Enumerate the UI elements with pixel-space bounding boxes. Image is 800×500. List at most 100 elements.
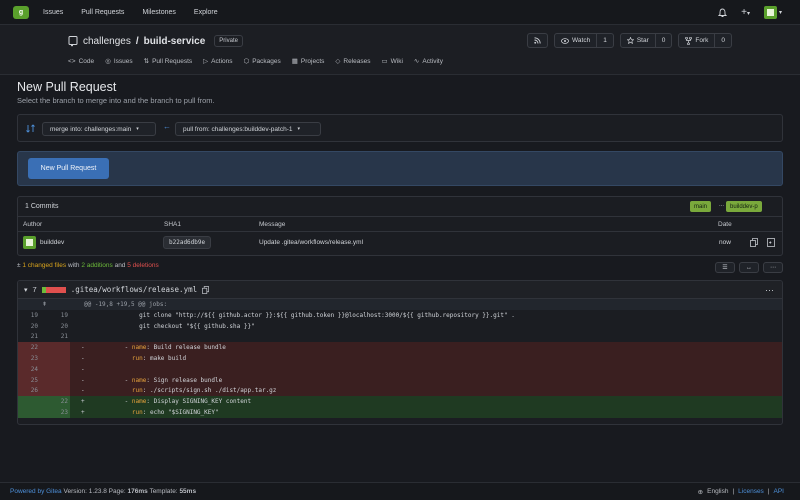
nav-pull-requests[interactable]: Pull Requests xyxy=(81,9,124,16)
old-line-number[interactable]: 19 xyxy=(18,312,38,319)
footer: Powered by Gitea Version: 1.23.8 Page: 1… xyxy=(0,482,800,500)
chevron-down-icon[interactable]: ▾ xyxy=(24,286,28,294)
star-button[interactable]: Star 0 xyxy=(619,33,673,48)
file-tree-toggle-button[interactable]: ☰ xyxy=(715,262,735,273)
copy-icon[interactable] xyxy=(202,285,210,294)
language-selector[interactable]: English xyxy=(707,488,728,496)
create-new-menu[interactable]: +▾ xyxy=(741,7,750,18)
new-line-number[interactable]: 23 xyxy=(48,409,68,416)
avatar[interactable] xyxy=(23,236,36,249)
old-line-number[interactable]: 23 xyxy=(18,355,38,362)
tab-actions[interactable]: ▷ Actions xyxy=(203,57,232,66)
old-line-number[interactable]: 20 xyxy=(18,323,38,330)
new-line-number[interactable]: 22 xyxy=(48,398,68,405)
star-count[interactable]: 0 xyxy=(654,34,672,47)
rss-button[interactable] xyxy=(527,33,549,48)
head-branch-select[interactable]: pull from: challenges:builddev-patch-1 ▾ xyxy=(175,122,321,136)
globe-icon: ⊕ xyxy=(697,489,704,496)
base-branch-label: merge into: challenges:main xyxy=(50,125,132,133)
new-pull-request-button[interactable]: New Pull Request xyxy=(28,158,109,179)
tab-wiki[interactable]: ▭ Wiki xyxy=(381,57,402,66)
api-link[interactable]: API xyxy=(774,488,784,496)
chevron-down-icon: ▾ xyxy=(297,126,300,132)
tab-packages[interactable]: ⬡ Packages xyxy=(243,57,281,66)
tab-projects-label: Projects xyxy=(300,57,325,65)
new-line-number[interactable]: 20 xyxy=(48,323,68,330)
rss-icon xyxy=(534,37,541,44)
plus-minus-icon: ± xyxy=(17,262,21,269)
head-branch-tag[interactable]: builddev-p xyxy=(726,201,762,212)
commit-author[interactable]: builddev xyxy=(40,239,64,246)
code-line: git clone "http://${{ github.actor }}:${… xyxy=(103,311,515,319)
nav-explore[interactable]: Explore xyxy=(194,9,218,16)
tab-issues-label: Issues xyxy=(113,57,133,65)
changed-files-link[interactable]: 1 changed files xyxy=(22,262,66,269)
commit-sha[interactable]: b22ad6db9e xyxy=(163,236,212,249)
tab-code[interactable]: <> Code xyxy=(68,57,94,65)
commit-date: now xyxy=(719,239,731,246)
tab-pull-requests[interactable]: ⇅ Pull Requests xyxy=(144,57,193,66)
commit-message[interactable]: Update .gitea/workflows/release.yml xyxy=(259,239,363,246)
code-line: run: echo "$SIGNING_KEY" xyxy=(131,409,219,417)
bell-icon[interactable] xyxy=(718,8,728,18)
user-menu[interactable]: ▾ xyxy=(763,6,782,19)
fork-button[interactable]: Fork 0 xyxy=(678,33,732,48)
nav-milestones[interactable]: Milestones xyxy=(142,9,175,16)
page-time-label: Page: xyxy=(108,488,126,495)
base-branch-tag[interactable]: main xyxy=(690,201,712,212)
more-icon: ⋯ xyxy=(770,265,776,271)
powered-by-link[interactable]: Powered by Gitea xyxy=(10,488,62,495)
watch-count[interactable]: 1 xyxy=(596,34,613,47)
code-line: - name: Sign release bundle xyxy=(103,376,223,384)
play-icon: ▷ xyxy=(203,58,209,65)
old-line-number[interactable]: 22 xyxy=(18,344,38,351)
commits-header: 1 Commits main ... builddev-p xyxy=(18,197,782,217)
licenses-link[interactable]: Licenses xyxy=(738,488,764,496)
old-line-number[interactable]: 24 xyxy=(18,366,38,373)
gitea-logo[interactable]: g xyxy=(13,5,29,19)
diff-filename[interactable]: .gitea/workflows/release.yml xyxy=(71,285,197,294)
tab-activity[interactable]: ∿ Activity xyxy=(414,57,443,66)
commits-columns: Author SHA1 Message Date xyxy=(18,217,782,232)
tag-icon: ◇ xyxy=(335,58,341,65)
commit-count: 1 Commits xyxy=(25,203,59,210)
tab-projects[interactable]: ▦ Projects xyxy=(292,57,325,66)
old-line-number[interactable]: 25 xyxy=(18,377,38,384)
diff-file-header: ▾ 7 .gitea/workflows/release.yml ··· xyxy=(18,281,782,299)
repo-owner-link[interactable]: challenges xyxy=(83,36,131,47)
table-row: builddev b22ad6db9e Update .gitea/workfl… xyxy=(18,232,782,255)
base-branch-select[interactable]: merge into: challenges:main ▾ xyxy=(42,122,156,136)
fork-label: Fork xyxy=(695,37,709,44)
code-line: - name: Display SIGNING_KEY content xyxy=(103,398,252,406)
repo-icon xyxy=(68,35,78,46)
diff-marker: - xyxy=(81,355,85,363)
diff-options-button[interactable]: ⋯ xyxy=(763,262,783,273)
browse-files-icon[interactable] xyxy=(767,238,775,247)
fork-count[interactable]: 0 xyxy=(714,34,731,47)
file-actions-menu[interactable]: ··· xyxy=(765,285,774,295)
tab-packages-label: Packages xyxy=(252,57,281,65)
old-line-number[interactable]: 21 xyxy=(18,333,38,340)
diff-line-del: 22 - - name: Build release bundle xyxy=(18,342,782,354)
issue-icon: ◎ xyxy=(105,58,111,65)
package-icon: ⬡ xyxy=(243,58,250,65)
old-line-number[interactable]: 26 xyxy=(18,387,38,394)
new-line-number[interactable]: 21 xyxy=(48,333,68,340)
new-line-number[interactable]: 19 xyxy=(48,312,68,319)
copy-icon[interactable] xyxy=(750,238,758,247)
tab-issues[interactable]: ◎ Issues xyxy=(105,57,133,66)
stats-and: and xyxy=(114,262,126,269)
repo-header: challenges / build-service Private Watch… xyxy=(0,25,800,75)
code-line: git checkout "${{ github.sha }}" xyxy=(103,322,255,330)
expand-up-icon[interactable]: ⇞ xyxy=(42,301,47,308)
nav-issues[interactable]: Issues xyxy=(43,9,63,16)
swap-branches-icon[interactable] xyxy=(26,124,35,133)
commits-table: 1 Commits main ... builddev-p Author SHA… xyxy=(17,196,783,256)
tab-code-label: Code xyxy=(78,57,95,65)
whitespace-toggle-button[interactable]: ↔ xyxy=(739,262,759,273)
watch-button[interactable]: Watch 1 xyxy=(554,33,614,48)
tab-releases[interactable]: ◇ Releases xyxy=(335,57,370,66)
additions-count: 2 additions xyxy=(81,262,113,269)
watch-label: Watch xyxy=(572,37,591,44)
repo-name-link[interactable]: build-service xyxy=(144,36,206,47)
